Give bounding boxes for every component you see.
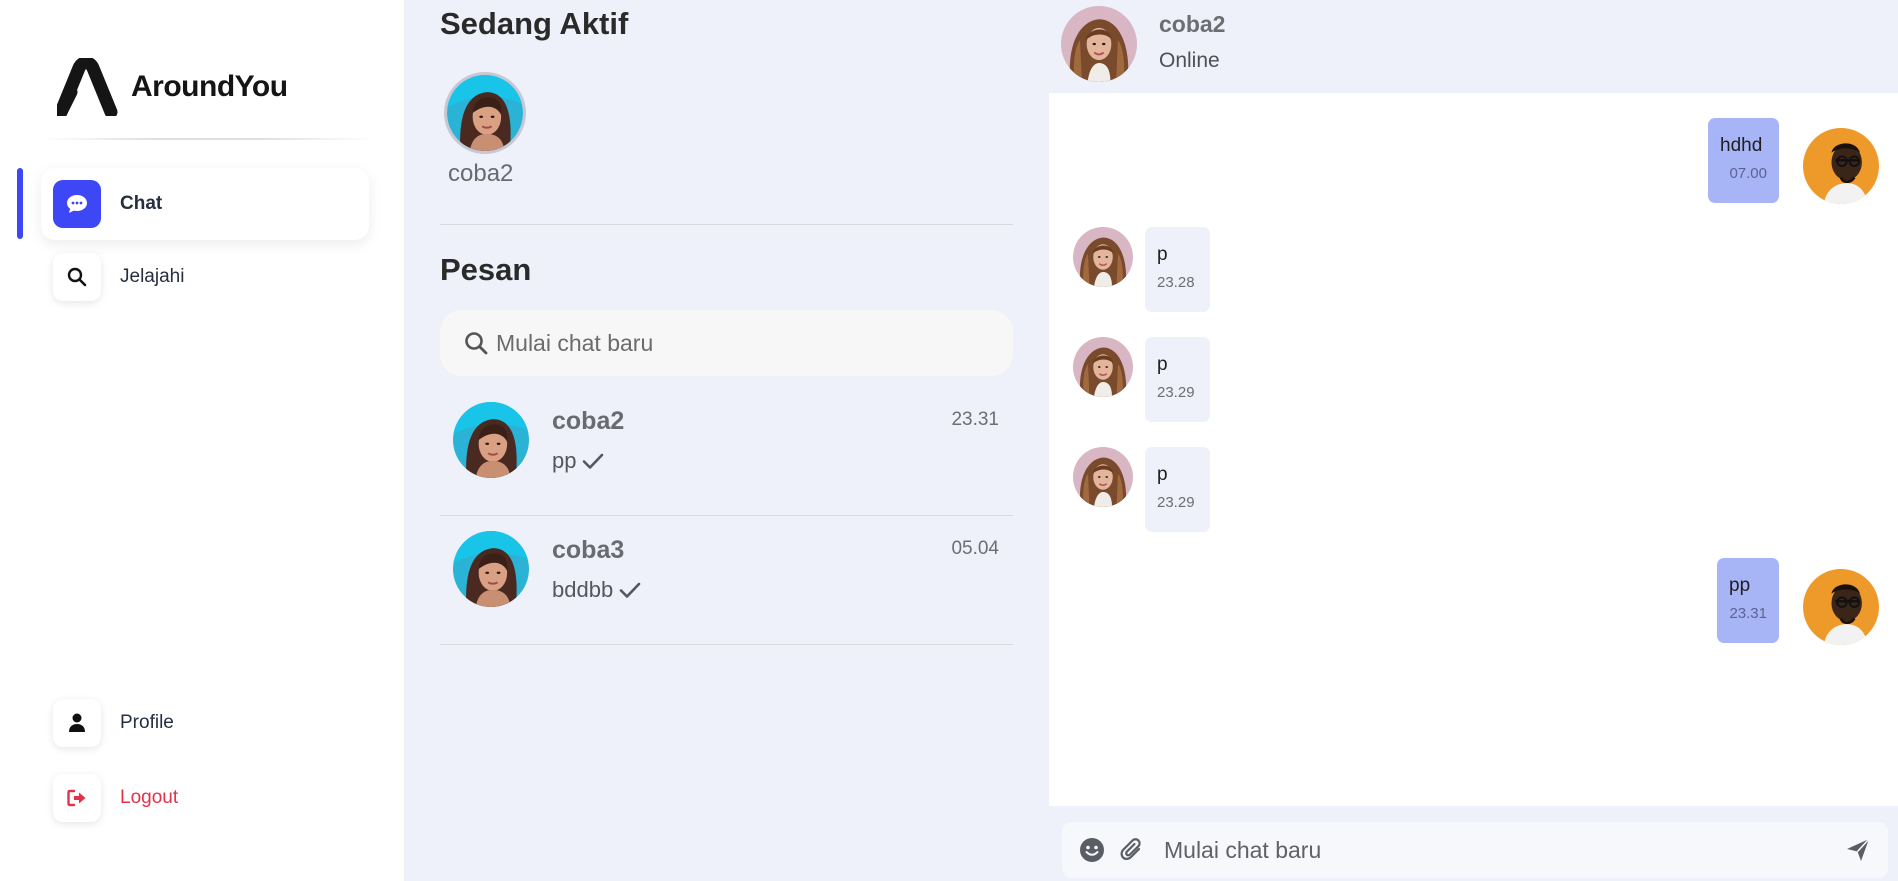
sidebar-item-label: Logout [120,787,179,808]
message-time: 23.29 [1157,494,1195,511]
conversation-panel: Sedang Aktif coba2 Pesan coba2 23.31 pp … [404,0,1049,881]
conversation-time: 05.04 [951,538,999,559]
message-time: 23.28 [1157,274,1195,291]
active-now-title: Sedang Aktif [440,6,629,41]
message-bubble[interactable]: hdhd 07.00 [1708,118,1779,203]
new-chat-search [440,310,1013,376]
avatar [447,75,523,151]
message-text: pp [1729,575,1751,596]
sidebar-item-label: Jelajahi [120,266,185,287]
section-divider [440,224,1013,225]
chat-bubble-icon [53,180,101,228]
sidebar-item-logout[interactable]: Logout [41,762,369,834]
send-icon[interactable] [1844,836,1872,864]
active-user-name[interactable]: coba2 [448,160,513,188]
logo-divider [40,138,375,140]
conversation-name: coba2 [552,407,625,435]
brand-name: AroundYou [131,70,288,103]
emoji-icon[interactable] [1078,836,1106,864]
messages-title: Pesan [440,252,532,287]
avatar [1803,569,1879,645]
sidebar-item-label: Chat [120,193,163,214]
active-user-avatar[interactable] [444,72,526,154]
avatar[interactable] [1061,6,1137,82]
conversation-name: coba3 [552,536,625,564]
sidebar-item-profile[interactable]: Profile [41,687,369,759]
sidebar-item-jelajahi[interactable]: Jelajahi [41,241,369,313]
message-bubble[interactable]: p 23.29 [1145,447,1210,532]
message-text: p [1157,354,1168,375]
check-icon [583,453,604,469]
last-message: bddbb [552,577,614,602]
message-time: 23.29 [1157,384,1195,401]
chat-panel: coba2 Online hdhd 07.00 p 23.28 p 23.29 … [1049,0,1898,881]
brand-logo[interactable]: AroundYou [57,58,288,116]
contact-name: coba2 [1159,11,1226,37]
active-indicator [17,168,23,239]
user-icon [53,699,101,747]
avatar [1803,128,1879,204]
message-bubble[interactable]: p 23.29 [1145,337,1210,422]
conversation-item[interactable]: coba3 05.04 bddbb [440,516,1013,645]
message-time: 23.31 [1729,605,1767,622]
conversation-preview: pp [552,448,604,474]
aroundyou-logo-icon [57,58,118,116]
avatar [1073,337,1133,397]
message-bubble[interactable]: pp 23.31 [1717,558,1779,643]
message-bubble[interactable]: p 23.28 [1145,227,1210,312]
contact-status: Online [1159,49,1220,72]
conversation-time: 23.31 [951,409,999,430]
sidebar: AroundYou Chat Jelajahi Profile Logout [0,0,404,881]
check-icon [619,582,641,598]
logout-icon [53,774,101,822]
message-composer [1062,822,1888,878]
paperclip-icon[interactable] [1118,836,1146,864]
conversation-item[interactable]: coba2 23.31 pp [440,387,1013,516]
message-text: hdhd [1720,135,1763,156]
message-text: p [1157,244,1168,265]
sidebar-item-label: Profile [120,712,174,733]
conversation-preview: bddbb [552,577,641,603]
message-time: 07.00 [1729,165,1767,182]
message-text: p [1157,464,1168,485]
sidebar-item-chat[interactable]: Chat [41,168,369,240]
avatar [453,531,529,607]
chat-header: coba2 Online [1049,0,1898,93]
search-input[interactable] [496,329,976,357]
last-message: pp [552,448,577,473]
avatar [1073,447,1133,507]
message-input[interactable] [1164,836,1844,864]
search-icon [465,332,488,355]
avatar [1073,227,1133,287]
avatar [453,402,529,478]
search-icon [53,253,101,301]
